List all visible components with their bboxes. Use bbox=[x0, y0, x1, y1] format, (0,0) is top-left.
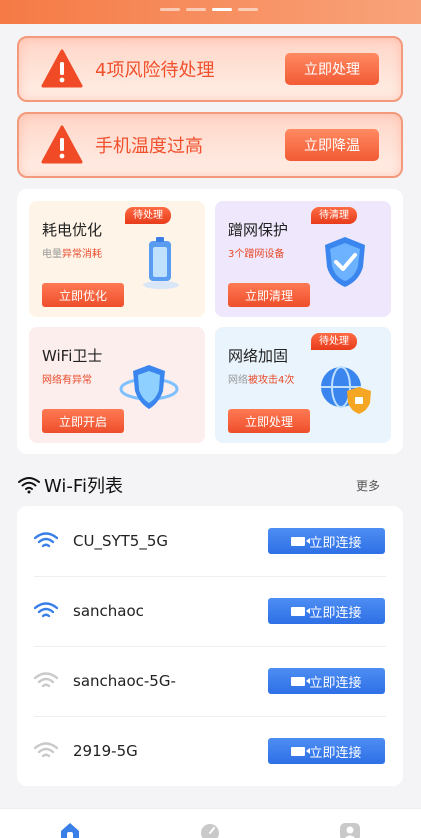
page-dot[interactable] bbox=[238, 8, 258, 11]
tool-network-protect[interactable]: 蹭网保护 3个蹭网设备 立即清理 待清理 bbox=[215, 201, 391, 317]
warning-icon bbox=[41, 125, 83, 165]
wifi-network-row[interactable]: CU_SYT5_5G 立即连接 bbox=[17, 506, 403, 576]
tool-network-hardening[interactable]: 网络加固 网络被攻击4次 立即处理 待处理 bbox=[215, 327, 391, 443]
clean-button[interactable]: 立即清理 bbox=[228, 283, 310, 307]
wifi-network-name: sanchaoc-5G- bbox=[73, 672, 176, 690]
wifi-list-title: Wi-Fi列表 bbox=[44, 476, 123, 497]
video-icon bbox=[291, 746, 311, 756]
video-icon bbox=[291, 536, 311, 546]
page-dot[interactable] bbox=[186, 8, 206, 11]
tool-power-optimize[interactable]: 耗电优化 电量异常消耗 立即优化 待处理 bbox=[29, 201, 205, 317]
wifi-network-name: sanchaoc bbox=[73, 602, 144, 620]
tool-subtitle: 电量异常消耗 bbox=[42, 249, 102, 260]
more-link[interactable]: 更多 bbox=[356, 477, 380, 494]
tool-subtitle: 网络被攻击4次 bbox=[228, 375, 295, 386]
risk-alert-text: 4项风险待处理 bbox=[95, 60, 215, 81]
warning-icon bbox=[41, 49, 83, 89]
wifi-network-row[interactable]: 2919-5G 立即连接 bbox=[17, 716, 403, 786]
cool-down-button[interactable]: 立即降温 bbox=[285, 129, 379, 161]
video-icon bbox=[291, 676, 311, 686]
globe-lock-icon bbox=[321, 366, 371, 414]
handle-risk-button[interactable]: 立即处理 bbox=[285, 53, 379, 85]
wifi-signal-icon bbox=[34, 532, 58, 548]
page-dot-active[interactable] bbox=[212, 8, 232, 11]
tools-panel: 耗电优化 电量异常消耗 立即优化 待处理 蹭网保护 3个蹭网设备 立即清理 待清… bbox=[17, 189, 403, 454]
wifi-network-name: CU_SYT5_5G bbox=[73, 532, 169, 550]
wifi-network-row[interactable]: sanchaoc-5G- 立即连接 bbox=[17, 646, 403, 716]
page-indicator bbox=[160, 8, 258, 11]
tool-title: WiFi卫士 bbox=[42, 347, 103, 365]
tool-subtitle: 3个蹭网设备 bbox=[228, 249, 285, 260]
top-banner bbox=[0, 0, 421, 24]
profile-icon[interactable] bbox=[339, 821, 361, 838]
video-icon bbox=[291, 606, 311, 616]
connect-button[interactable]: 立即连接 bbox=[268, 528, 385, 554]
wifi-signal-icon bbox=[34, 602, 58, 618]
risk-alert-card: 4项风险待处理 立即处理 bbox=[17, 36, 403, 102]
shield-ring-icon bbox=[119, 365, 179, 409]
battery-icon bbox=[143, 237, 179, 289]
wifi-list-header: Wi-Fi列表 更多 bbox=[18, 470, 398, 500]
connect-button[interactable]: 立即连接 bbox=[268, 668, 385, 694]
speedometer-icon[interactable] bbox=[199, 821, 221, 838]
bottom-tab-bar bbox=[0, 808, 421, 838]
home-icon[interactable] bbox=[59, 821, 81, 838]
tool-title: 蹭网保护 bbox=[228, 221, 289, 239]
page-dot[interactable] bbox=[160, 8, 180, 11]
wifi-signal-weak-icon bbox=[34, 672, 58, 688]
tool-wifi-guard[interactable]: WiFi卫士 网络有异常 立即开启 bbox=[29, 327, 205, 443]
wifi-network-name: 2919-5G bbox=[73, 742, 138, 760]
temperature-alert-card: 手机温度过高 立即降温 bbox=[17, 112, 403, 178]
connect-button[interactable]: 立即连接 bbox=[268, 738, 385, 764]
status-badge: 待处理 bbox=[311, 333, 357, 350]
status-badge: 待处理 bbox=[125, 207, 171, 224]
wifi-signal-weak-icon bbox=[34, 742, 58, 758]
optimize-button[interactable]: 立即优化 bbox=[42, 283, 124, 307]
handle-button[interactable]: 立即处理 bbox=[228, 409, 310, 433]
tool-subtitle: 网络有异常 bbox=[42, 375, 92, 386]
wifi-icon bbox=[18, 477, 40, 494]
enable-button[interactable]: 立即开启 bbox=[42, 409, 124, 433]
wifi-list: CU_SYT5_5G 立即连接 sanchaoc 立即连接 sanchaoc-5… bbox=[17, 506, 403, 786]
shield-icon bbox=[325, 237, 365, 287]
tool-title: 耗电优化 bbox=[42, 221, 103, 239]
temperature-alert-text: 手机温度过高 bbox=[95, 136, 203, 157]
tool-title: 网络加固 bbox=[228, 347, 289, 365]
wifi-network-row[interactable]: sanchaoc 立即连接 bbox=[17, 576, 403, 646]
connect-button[interactable]: 立即连接 bbox=[268, 598, 385, 624]
status-badge: 待清理 bbox=[311, 207, 357, 224]
